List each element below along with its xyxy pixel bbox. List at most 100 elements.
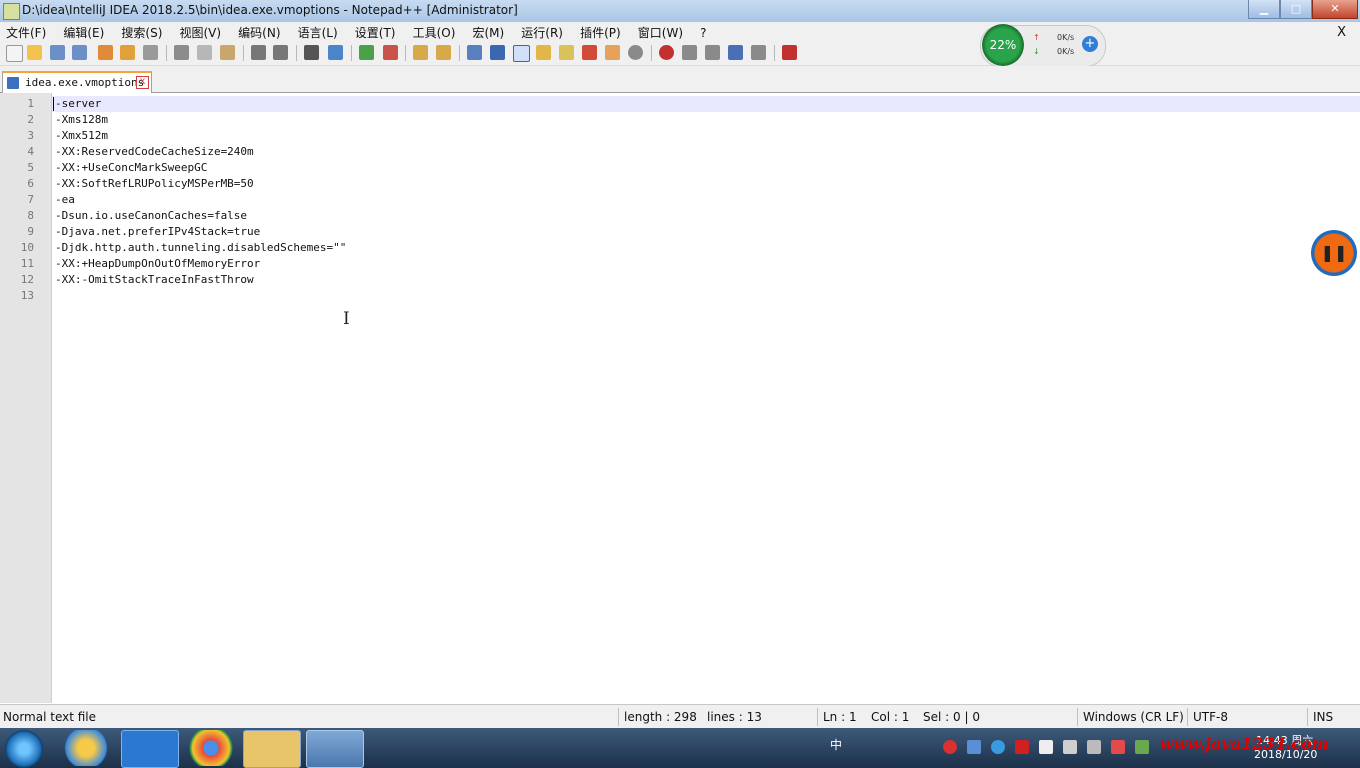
taskbar-notepadpp-icon[interactable] [306, 730, 364, 768]
status-file-type: Normal text file [3, 710, 97, 724]
menu-language[interactable]: 语言(L) [292, 22, 344, 41]
menu-view[interactable]: 视图(V) [174, 22, 228, 41]
line-number: 6 [27, 177, 34, 190]
cut-icon[interactable] [174, 45, 189, 60]
ibeam-cursor-icon: I [343, 309, 350, 329]
record-macro-icon[interactable] [659, 45, 674, 60]
status-lines: lines : 13 [707, 710, 762, 724]
tray-network-icon[interactable] [1063, 740, 1077, 754]
menu-settings[interactable]: 设置(T) [349, 22, 402, 41]
copy-icon[interactable] [197, 45, 212, 60]
run-macro-multiple-icon[interactable] [728, 45, 743, 60]
network-usage-ring: 22% [982, 24, 1024, 66]
code-line[interactable]: -Djdk.http.auth.tunneling.disabledScheme… [55, 241, 346, 254]
close-window-button[interactable]: ✕ [1312, 0, 1358, 19]
taskbar-chrome-icon[interactable] [183, 730, 239, 766]
open-icon[interactable] [27, 45, 42, 60]
code-line[interactable]: -XX:ReservedCodeCacheSize=240m [55, 145, 254, 158]
zoom-in-icon[interactable] [359, 45, 374, 60]
tray-notification-icon[interactable] [1039, 740, 1053, 754]
find-icon[interactable] [304, 45, 319, 60]
zoom-out-icon[interactable] [383, 45, 398, 60]
start-button-icon[interactable] [5, 730, 43, 768]
menu-plugins[interactable]: 插件(P) [574, 22, 627, 41]
code-line[interactable]: -Dsun.io.useCanonCaches=false [55, 209, 247, 222]
ime-indicator[interactable]: 中 [830, 736, 842, 753]
close-all-icon[interactable] [120, 45, 135, 60]
menu-help[interactable]: ? [694, 24, 712, 40]
tray-security-icon[interactable] [1015, 740, 1029, 754]
pause-recording-button[interactable]: ❚❚ [1311, 230, 1357, 276]
code-line[interactable]: -Xms128m [55, 113, 108, 126]
show-all-icon[interactable] [490, 45, 505, 60]
menu-encoding[interactable]: 编码(N) [232, 22, 286, 41]
status-ln: Ln : 1 [823, 710, 857, 724]
menu-edit[interactable]: 编辑(E) [57, 22, 110, 41]
udl-icon[interactable] [536, 45, 551, 60]
indent-guide-icon[interactable] [513, 45, 530, 62]
sync-h-icon[interactable] [436, 45, 451, 60]
taskbar-explorer-icon[interactable] [243, 730, 301, 768]
plus-icon[interactable]: + [1082, 36, 1098, 52]
code-line[interactable]: -ea [55, 193, 75, 206]
code-line[interactable]: -XX:+HeapDumpOnOutOfMemoryError [55, 257, 260, 270]
status-insert-mode[interactable]: INS [1313, 710, 1333, 724]
tray-cloud-icon[interactable] [967, 740, 981, 754]
tray-antivirus-icon[interactable] [1111, 740, 1125, 754]
taskbar-pinwheel-app-icon[interactable] [58, 730, 114, 766]
minimize-button[interactable]: ▁ [1248, 0, 1280, 19]
status-encoding[interactable]: UTF-8 [1193, 710, 1228, 724]
tray-nvidia-icon[interactable] [1135, 740, 1149, 754]
code-line[interactable]: -XX:+UseConcMarkSweepGC [55, 161, 207, 174]
sync-v-icon[interactable] [413, 45, 428, 60]
menu-search[interactable]: 搜索(S) [115, 22, 168, 41]
windows-taskbar: 中 14:43 周六 2018/10/20 [0, 728, 1360, 768]
menu-window[interactable]: 窗口(W) [632, 22, 689, 41]
line-number: 8 [27, 209, 34, 222]
code-line[interactable]: -Xmx512m [55, 129, 108, 142]
paste-icon[interactable] [220, 45, 235, 60]
line-number: 12 [20, 273, 34, 286]
doc-map-icon[interactable] [559, 45, 574, 60]
download-arrow-icon: ↓ [1033, 47, 1040, 56]
stop-macro-icon[interactable] [682, 45, 697, 60]
tray-browser-icon[interactable] [991, 740, 1005, 754]
code-line[interactable]: -Djava.net.preferIPv4Stack=true [55, 225, 260, 238]
replace-icon[interactable] [328, 45, 343, 60]
code-line[interactable]: -XX:SoftRefLRUPolicyMSPerMB=50 [55, 177, 254, 190]
undo-icon[interactable] [251, 45, 266, 60]
close-document-button[interactable]: X [1331, 23, 1352, 40]
menu-macro[interactable]: 宏(M) [466, 22, 510, 41]
status-eol[interactable]: Windows (CR LF) [1083, 710, 1184, 724]
save-macro-icon[interactable] [751, 45, 766, 60]
code-line[interactable]: -XX:-OmitStackTraceInFastThrow [55, 273, 254, 286]
line-number: 9 [27, 225, 34, 238]
function-list-icon[interactable] [582, 45, 597, 60]
tab-idea-vmoptions[interactable]: idea.exe.vmoptions x [2, 71, 152, 94]
status-length: length : 298 [624, 710, 697, 724]
menu-file[interactable]: 文件(F) [0, 22, 52, 41]
menu-run[interactable]: 运行(R) [515, 22, 569, 41]
play-macro-icon[interactable] [705, 45, 720, 60]
monitor-icon[interactable] [628, 45, 643, 60]
document-tab-bar: idea.exe.vmoptions x [0, 66, 1360, 94]
redo-icon[interactable] [273, 45, 288, 60]
save-all-icon[interactable] [72, 45, 87, 60]
toolbar [0, 41, 1360, 66]
tab-close-icon[interactable]: x [136, 76, 149, 89]
maximize-button[interactable]: □ [1280, 0, 1312, 19]
network-monitor-widget[interactable]: 22% ↑ 0K/s ↓ 0K/s + [980, 24, 1106, 67]
spellcheck-icon[interactable] [782, 45, 797, 60]
tray-app-icon[interactable] [943, 740, 957, 754]
taskbar-word-icon[interactable] [121, 730, 179, 768]
save-icon[interactable] [50, 45, 65, 60]
print-icon[interactable] [143, 45, 158, 60]
new-icon[interactable] [6, 45, 23, 62]
menu-tools[interactable]: 工具(O) [407, 22, 462, 41]
wrap-icon[interactable] [467, 45, 482, 60]
text-editor[interactable]: -server -Xms128m -Xmx512m -XX:ReservedCo… [52, 93, 1360, 703]
code-line[interactable]: -server [55, 97, 101, 110]
folder-workspace-icon[interactable] [605, 45, 620, 60]
close-icon[interactable] [98, 45, 113, 60]
tray-device-icon[interactable] [1087, 740, 1101, 754]
